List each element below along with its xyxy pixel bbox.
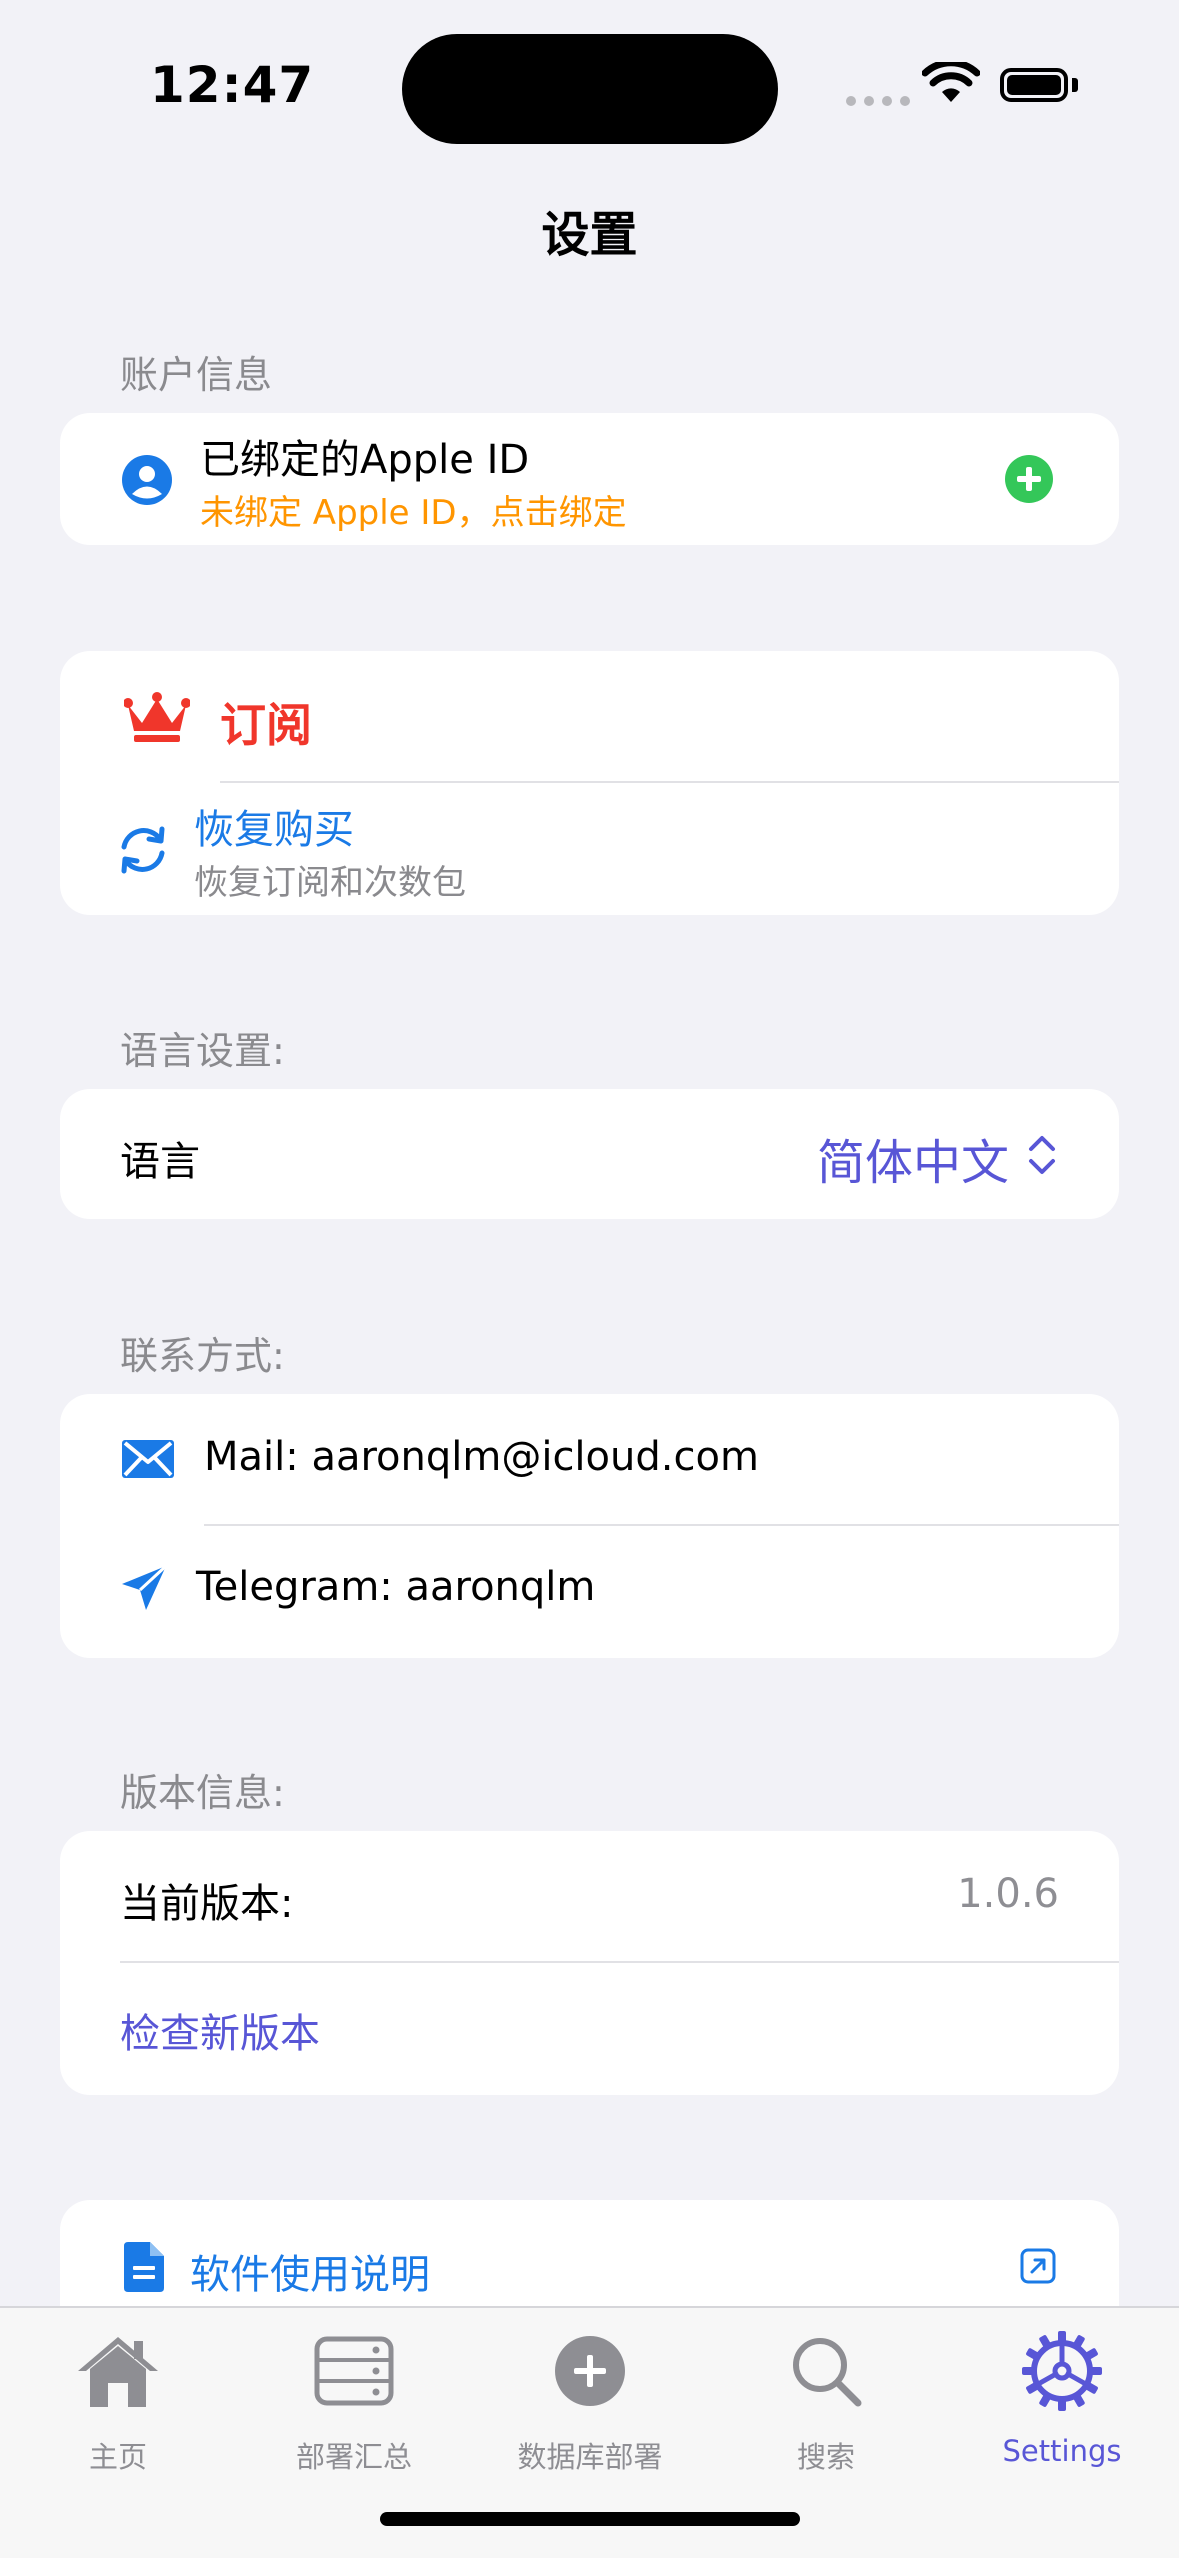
page-title: 设置 (541, 207, 638, 263)
divider (204, 1524, 1119, 1526)
magnifier-icon (793, 2338, 862, 2407)
docs-link[interactable]: 软件使用说明 (190, 2242, 430, 2300)
crown-icon (124, 692, 190, 742)
tab-search[interactable]: 搜索 (708, 2308, 944, 2508)
tab-deploy-summary-label: 部署汇总 (295, 2440, 412, 2474)
server-rack-icon (314, 2336, 394, 2406)
status-time: 12:47 (150, 56, 315, 114)
language-picker[interactable]: 简体中文 (817, 1123, 1009, 1193)
home-indicator (380, 2512, 800, 2526)
paper-plane-icon (122, 1564, 168, 1610)
subscription-card: 订阅 恢复购买 恢复订阅和次数包 (60, 651, 1119, 915)
tab-settings[interactable]: Settings (944, 2308, 1179, 2508)
restore-purchase-subtitle: 恢复订阅和次数包 (194, 863, 466, 903)
dynamic-island (402, 34, 778, 144)
account-card[interactable]: 已绑定的Apple ID 未绑定 Apple ID，点击绑定 (60, 413, 1119, 545)
current-version-label: 当前版本: (120, 1881, 294, 1927)
subscribe-link[interactable]: 订阅 (220, 689, 312, 755)
apple-id-title: 已绑定的Apple ID (200, 437, 530, 483)
account-section-label: 账户信息 (120, 353, 273, 397)
tab-deploy-summary[interactable]: 部署汇总 (236, 2308, 472, 2508)
divider (120, 1961, 1119, 1963)
tab-home-label: 主页 (88, 2440, 147, 2474)
battery-icon (1000, 68, 1068, 102)
language-card: 语言 简体中文 (60, 1089, 1119, 1219)
tab-database-deploy-label: 数据库部署 (517, 2440, 663, 2474)
telegram-contact-link[interactable]: Telegram: aaronqlm (196, 1564, 595, 1610)
restore-purchase-button[interactable]: 恢复购买 (194, 797, 354, 855)
version-section-label: 版本信息: (120, 1771, 285, 1815)
contact-card: Mail: aaronqlm@icloud.com Telegram: aaro… (60, 1394, 1119, 1658)
check-update-button[interactable]: 检查新版本 (120, 2001, 320, 2059)
wifi-icon (922, 62, 980, 102)
current-version-value: 1.0.6 (957, 1871, 1059, 1917)
external-link-icon[interactable] (1020, 2248, 1056, 2284)
chevron-up-down-icon[interactable] (1025, 1131, 1059, 1179)
mail-contact-link[interactable]: Mail: aaronqlm@icloud.com (204, 1434, 759, 1480)
tab-home[interactable]: 主页 (0, 2308, 236, 2508)
language-label: 语言 (120, 1139, 200, 1185)
tab-settings-label: Settings (1002, 2434, 1122, 2468)
cellular-signal-icon (846, 96, 910, 106)
apple-id-status: 未绑定 Apple ID，点击绑定 (200, 493, 627, 533)
restore-arrows-icon (121, 826, 165, 874)
language-section-label: 语言设置: (120, 1029, 285, 1073)
add-apple-id-button[interactable] (1005, 455, 1053, 503)
tab-database-deploy[interactable]: 数据库部署 (472, 2308, 708, 2508)
version-card: 当前版本: 1.0.6 检查新版本 (60, 1831, 1119, 2095)
contact-section-label: 联系方式: (120, 1334, 285, 1378)
divider (220, 781, 1119, 783)
house-icon (78, 2337, 158, 2407)
envelope-icon (122, 1440, 174, 1478)
tab-search-label: 搜索 (796, 2440, 855, 2474)
document-icon (124, 2242, 164, 2292)
battery-tip (1072, 78, 1078, 92)
plus-circle-icon (555, 2336, 625, 2406)
gear-icon (1022, 2331, 1102, 2411)
person-circle-icon (122, 455, 172, 505)
